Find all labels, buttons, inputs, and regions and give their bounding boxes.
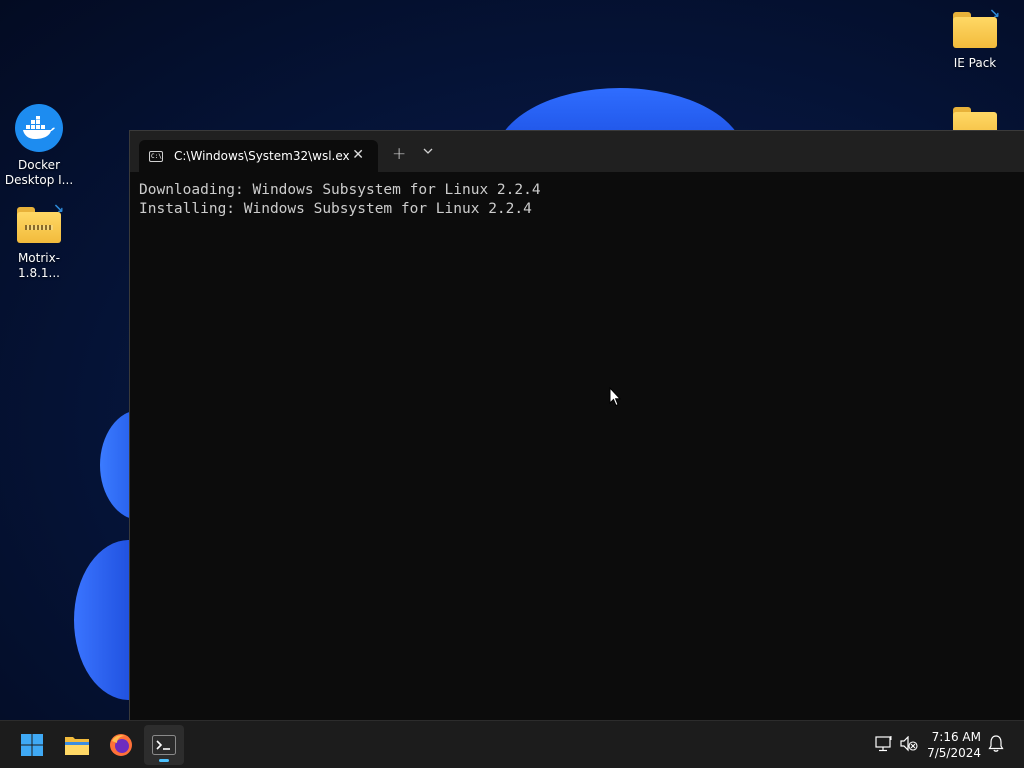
new-tab-button[interactable]: + [392,144,406,164]
taskbar-terminal[interactable] [144,725,184,765]
terminal-tab-bar: C:\ C:\Windows\System32\wsl.ex ✕ + [130,131,1024,172]
desktop-icon-ie-pack[interactable]: ↘ IE Pack [937,7,1013,71]
terminal-line: Downloading: Windows Subsystem for Linux… [139,182,541,198]
file-explorer-icon [65,737,89,755]
clock-time: 7:16 AM [931,730,981,744]
desktop-icon-docker[interactable]: Docker Desktop I... [1,104,77,188]
desktop-icon-label: Motrix-1.8.1... [17,251,61,280]
desktop-icon-label: Docker [17,158,61,172]
shortcut-arrow-icon: ↘ [53,202,64,217]
command-prompt-icon: C:\ [149,150,163,162]
network-icon[interactable] [875,736,893,752]
firefox-icon [110,734,132,756]
terminal-icon [152,735,176,755]
docker-icon [15,104,63,152]
chevron-down-icon[interactable] [423,146,433,156]
terminal-line: Installing: Windows Subsystem for Linux … [139,201,532,217]
close-tab-icon[interactable]: ✕ [352,147,364,163]
taskbar-firefox[interactable] [101,725,141,765]
shortcut-arrow-icon: ↘ [989,7,1000,22]
notification-bell-icon[interactable] [988,735,1004,753]
clock-date: 7/5/2024 [927,746,981,760]
volume-muted-icon[interactable] [900,736,918,752]
windows-logo-icon [21,734,43,756]
desktop-icon-label: IE Pack [953,56,997,70]
taskbar-file-explorer[interactable] [57,725,97,765]
desktop-icon-label: Desktop I... [4,173,74,187]
terminal-window[interactable]: C:\ C:\Windows\System32\wsl.ex ✕ + Downl… [129,130,1024,721]
desktop-icon-motrix[interactable]: ↘ Motrix-1.8.1... [1,202,77,281]
terminal-tab-title: C:\Windows\System32\wsl.ex [174,149,350,163]
folder-icon: ↘ [953,7,1000,48]
start-button[interactable] [12,725,52,765]
taskbar-clock[interactable]: 7:16 AM 7/5/2024 [927,729,981,761]
active-app-indicator [159,759,169,762]
zip-folder-icon: ↘ [17,202,64,243]
terminal-output[interactable]: Downloading: Windows Subsystem for Linux… [139,181,1015,219]
taskbar: 7:16 AM 7/5/2024 [0,720,1024,768]
mouse-cursor-icon [609,387,621,407]
desktop: Docker Desktop I... ↘ Motrix-1.8.1... ↘ … [0,0,1024,768]
terminal-tab[interactable]: C:\ C:\Windows\System32\wsl.ex ✕ [139,140,378,172]
